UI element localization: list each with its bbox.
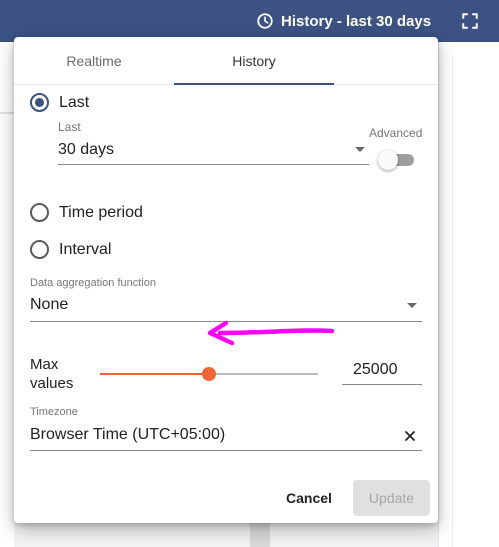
background-scrollbar — [250, 522, 270, 547]
update-button[interactable]: Update — [353, 480, 430, 516]
background-card — [452, 56, 499, 547]
radio-button-checked[interactable] — [30, 93, 49, 112]
aggregation-label: Data aggregation function — [30, 277, 156, 289]
max-values-slider-thumb[interactable] — [202, 367, 216, 381]
background-panel — [0, 42, 14, 547]
timewindow-dialog: Realtime History Last Last 30 days Advan… — [14, 37, 438, 523]
last-duration-select[interactable]: 30 days — [58, 141, 114, 159]
advanced-toggle[interactable] — [378, 150, 414, 170]
toggle-thumb[interactable] — [378, 150, 398, 170]
max-values-input[interactable]: 25000 — [353, 361, 398, 379]
tab-realtime[interactable]: Realtime — [14, 37, 174, 85]
max-values-slider-fill — [100, 373, 209, 375]
last-field-label: Last — [58, 120, 81, 134]
timezone-label: Timezone — [30, 406, 78, 418]
close-icon[interactable] — [403, 429, 417, 443]
radio-interval-label: Interval — [59, 240, 112, 258]
max-values-label: Max values — [30, 356, 74, 392]
advanced-label: Advanced — [369, 126, 423, 140]
timewindow-title: History - last 30 days — [281, 12, 432, 30]
radio-button[interactable] — [30, 240, 49, 259]
chevron-down-icon[interactable] — [407, 303, 417, 308]
tab-history[interactable]: History — [174, 37, 334, 85]
tab-bar: Realtime History — [14, 37, 438, 85]
top-toolbar: History - last 30 days — [0, 0, 499, 42]
timezone-input[interactable]: Browser Time (UTC+05:00) — [30, 426, 225, 444]
radio-time-period[interactable]: Time period — [30, 203, 143, 222]
clock-icon — [257, 13, 273, 29]
radio-time-period-label: Time period — [59, 203, 143, 221]
radio-button[interactable] — [30, 203, 49, 222]
radio-last[interactable]: Last — [30, 93, 89, 112]
max-values-underline — [342, 384, 422, 385]
chevron-down-icon[interactable] — [355, 147, 365, 152]
aggregation-select[interactable]: None — [30, 296, 68, 314]
history-timewindow-button[interactable]: History - last 30 days — [256, 0, 431, 42]
fullscreen-icon[interactable] — [461, 12, 479, 30]
timezone-underline — [30, 450, 422, 451]
background-divider — [0, 112, 14, 114]
annotation-arrow-icon — [207, 320, 335, 346]
radio-last-label: Last — [59, 93, 90, 111]
last-select-underline — [58, 164, 369, 165]
active-tab-indicator — [174, 83, 334, 85]
cancel-button[interactable]: Cancel — [276, 480, 342, 516]
radio-interval[interactable]: Interval — [30, 240, 111, 259]
